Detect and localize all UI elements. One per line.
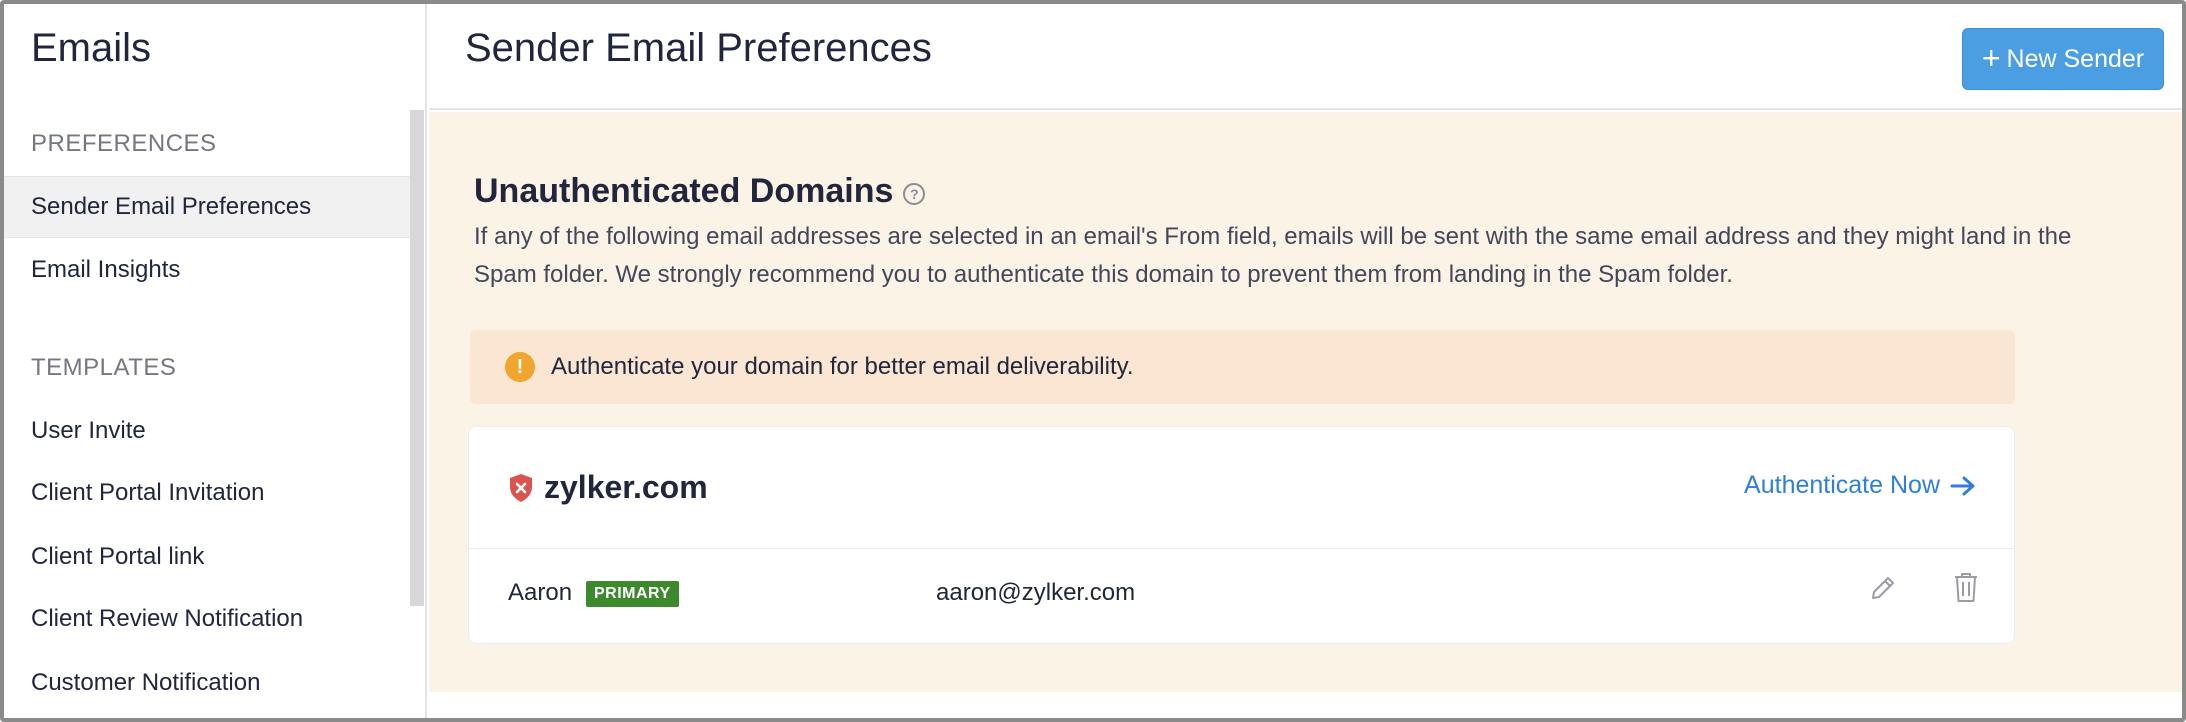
domain-card: zylker.com Authenticate Now Aaron PRIMAR… [468,426,2015,644]
arrow-right-icon [1950,476,1975,495]
main-panel: Sender Email Preferences + New Sender Un… [429,4,2182,718]
nav-item-label: Email Insights [31,256,181,283]
section-label-preferences: PREFERENCES [31,130,217,157]
warning-icon: ! [505,352,535,382]
nav-item-user-invite[interactable]: User Invite [4,400,410,462]
sidebar: Emails PREFERENCES Sender Email Preferen… [4,4,427,718]
nav-item-sender-email-preferences[interactable]: Sender Email Preferences [4,176,410,238]
section-description: If any of the following email addresses … [474,223,2072,288]
authenticate-now-link[interactable]: Authenticate Now [1744,471,1976,500]
nav-item-label: Client Portal link [31,543,205,570]
section-heading: Unauthenticated Domains ? [474,172,926,211]
page-header: Sender Email Preferences + New Sender [429,4,2182,110]
nav-item-email-insights[interactable]: Email Insights [4,239,410,301]
nav-item-label: Client Review Notification [31,605,304,632]
domain-name: zylker.com [544,469,708,505]
new-sender-label: New Sender [2006,44,2145,73]
app-window: Emails PREFERENCES Sender Email Preferen… [0,0,2186,722]
sender-email: aaron@zylker.com [936,579,1136,606]
nav-item-label: Customer Notification [31,669,261,696]
nav-item-label: User Invite [31,417,146,444]
section-heading-text: Unauthenticated Domains [474,172,894,210]
nav-item-client-review-notification[interactable]: Client Review Notification [4,588,410,650]
alert-text: Authenticate your domain for better emai… [551,353,1134,380]
nav-item-label: Client Portal Invitation [31,479,265,506]
unverified-shield-icon [510,473,532,502]
deliverability-alert: ! Authenticate your domain for better em… [470,330,2015,404]
content-area: Unauthenticated Domains ? If any of the … [429,112,2182,692]
nav-item-client-portal-invitation[interactable]: Client Portal Invitation [4,462,410,524]
sidebar-scrollbar[interactable] [410,110,424,606]
page-title: Sender Email Preferences [465,26,932,70]
sender-name: Aaron [508,579,573,606]
sender-row: Aaron PRIMARY aaron@zylker.com [469,549,2014,645]
nav-item-client-portal-link[interactable]: Client Portal link [4,526,410,588]
domain-card-header: zylker.com Authenticate Now [469,427,2014,549]
authenticate-now-label: Authenticate Now [1744,471,1940,499]
delete-trash-icon[interactable] [1953,571,1979,603]
content-footer-space [429,692,2182,718]
nav-item-customer-notification[interactable]: Customer Notification [4,652,410,714]
new-sender-button[interactable]: + New Sender [1962,28,2164,90]
edit-pencil-icon[interactable] [1868,573,1898,603]
domain-title: zylker.com [508,469,708,506]
section-label-templates: TEMPLATES [31,354,177,381]
plus-icon: + [1981,39,2001,76]
sidebar-title: Emails [31,26,152,70]
help-circle-icon[interactable]: ? [903,182,926,205]
primary-badge: PRIMARY [586,581,679,607]
nav-item-label: Sender Email Preferences [31,193,312,220]
